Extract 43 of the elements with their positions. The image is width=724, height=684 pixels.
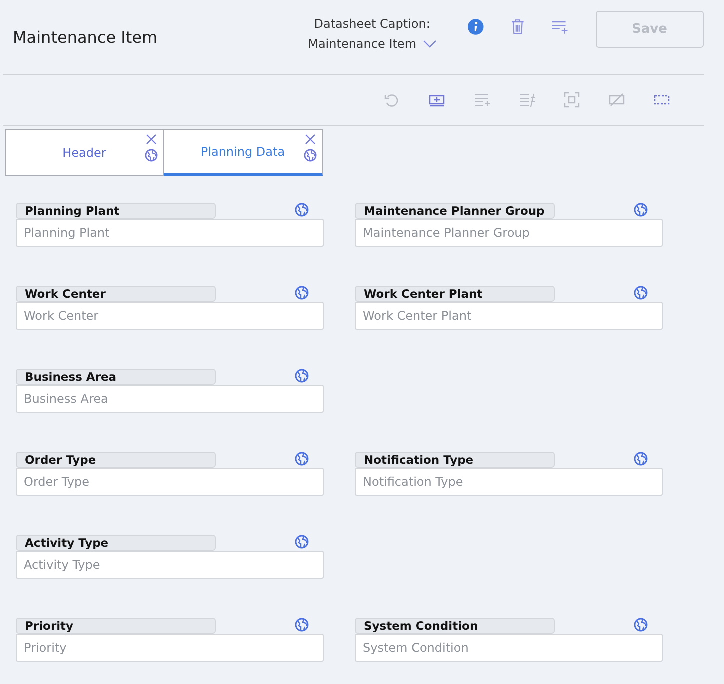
trash-icon[interactable]	[510, 19, 525, 35]
caret-icon[interactable]	[422, 40, 437, 48]
globe-icon[interactable]	[295, 369, 309, 383]
close-icon[interactable]	[146, 134, 157, 145]
close-icon[interactable]	[305, 134, 316, 145]
field-label: Planning Plant	[16, 203, 216, 219]
input-field[interactable]: Work Center Plant	[355, 302, 663, 330]
tab[interactable]: Header	[5, 129, 164, 176]
globe-icon[interactable]	[634, 203, 648, 217]
globe-icon[interactable]	[295, 203, 309, 217]
input-field[interactable]: Work Center	[16, 302, 324, 330]
input-field[interactable]: Business Area	[16, 385, 324, 413]
caption-label: Datasheet Caption:	[314, 17, 430, 31]
field-label: Priority	[16, 618, 216, 634]
field-label: Maintenance Planner Group	[355, 203, 555, 219]
globe-icon[interactable]	[634, 618, 648, 632]
globe-icon[interactable]	[295, 535, 309, 549]
field-label: Activity Type	[16, 535, 216, 551]
list-add-icon[interactable]	[552, 20, 568, 34]
field-label: Work Center	[16, 286, 216, 302]
info-icon[interactable]	[468, 19, 484, 35]
input-field[interactable]: Activity Type	[16, 551, 324, 579]
input-field[interactable]: Order Type	[16, 468, 324, 496]
globe-icon[interactable]	[295, 286, 309, 300]
globe-icon[interactable]	[634, 286, 648, 300]
input-field[interactable]: Notification Type	[355, 468, 663, 496]
globe-icon[interactable]	[295, 618, 309, 632]
globe-icon[interactable]	[145, 149, 158, 162]
caption-dropdown[interactable]: Maintenance Item	[308, 37, 437, 51]
input-field[interactable]: System Condition	[355, 634, 663, 662]
field-label: Work Center Plant	[355, 286, 555, 302]
field-label: Notification Type	[355, 452, 555, 468]
tab[interactable]: Planning Data	[164, 129, 323, 176]
input-field[interactable]: Priority	[16, 634, 324, 662]
globe-icon[interactable]	[634, 452, 648, 466]
field-label: Order Type	[16, 452, 216, 468]
field-label: Business Area	[16, 369, 216, 385]
globe-icon[interactable]	[295, 452, 309, 466]
field-label: System Condition	[355, 618, 555, 634]
globe-icon[interactable]	[304, 149, 317, 162]
page-title: Maintenance Item	[13, 28, 159, 46]
input-field[interactable]: Maintenance Planner Group	[355, 219, 663, 247]
input-field[interactable]: Planning Plant	[16, 219, 324, 247]
